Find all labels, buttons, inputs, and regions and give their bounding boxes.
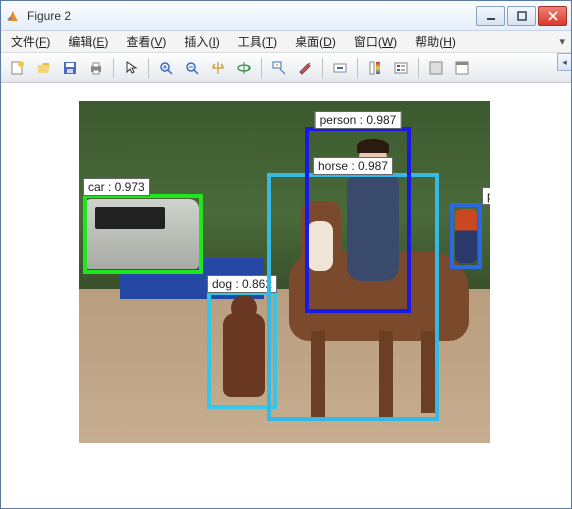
toolbar-separator xyxy=(148,58,149,78)
link-axes-icon[interactable] xyxy=(329,57,351,79)
zoom-out-icon[interactable] xyxy=(181,57,203,79)
detection-bbox-car: car : 0.973 xyxy=(83,194,203,274)
matlab-icon xyxy=(5,8,21,24)
menubar: 文件(F) 编辑(E) 查看(V) 插入(I) 工具(T) 桌面(D) 窗口(W… xyxy=(1,31,571,53)
save-icon[interactable] xyxy=(59,57,81,79)
minimize-button[interactable] xyxy=(476,6,505,26)
window-controls xyxy=(476,6,567,26)
detection-bbox-person: person : 0.987 xyxy=(305,127,411,313)
new-figure-icon[interactable] xyxy=(7,57,29,79)
toolbar-separator xyxy=(113,58,114,78)
toolbar-separator xyxy=(357,58,358,78)
pan-icon[interactable] xyxy=(207,57,229,79)
menu-desktop[interactable]: 桌面(D) xyxy=(291,31,340,52)
menu-help[interactable]: 帮助(H) xyxy=(411,31,460,52)
detection-bbox-person: person : 0.978 xyxy=(450,203,482,269)
toolbar-separator xyxy=(261,58,262,78)
dock-toggle-icon[interactable]: ◂ xyxy=(557,53,571,71)
toolbar xyxy=(1,53,571,83)
figure-canvas: car : 0.973dog : 0.862horse : 0.987perso… xyxy=(1,83,571,508)
titlebar: Figure 2 xyxy=(1,1,571,31)
toolbar-separator xyxy=(322,58,323,78)
hide-tools-icon[interactable] xyxy=(425,57,447,79)
show-tools-icon[interactable] xyxy=(451,57,473,79)
maximize-button[interactable] xyxy=(507,6,536,26)
close-button[interactable] xyxy=(538,6,567,26)
menu-insert[interactable]: 插入(I) xyxy=(180,31,223,52)
photo-content: car : 0.973dog : 0.862horse : 0.987perso… xyxy=(79,101,490,443)
zoom-in-icon[interactable] xyxy=(155,57,177,79)
menu-file[interactable]: 文件(F) xyxy=(7,31,54,52)
detection-label: car : 0.973 xyxy=(83,178,150,196)
window-title: Figure 2 xyxy=(27,9,476,23)
menu-edit[interactable]: 编辑(E) xyxy=(64,31,112,52)
menu-tools[interactable]: 工具(T) xyxy=(234,31,281,52)
detection-label: person : 0.978 xyxy=(482,187,490,205)
brush-icon[interactable] xyxy=(294,57,316,79)
figure-window: Figure 2 文件(F) 编辑(E) 查看(V) 插入(I) 工具(T) 桌… xyxy=(0,0,572,509)
data-cursor-icon[interactable] xyxy=(268,57,290,79)
toolbar-separator xyxy=(418,58,419,78)
menu-view[interactable]: 查看(V) xyxy=(122,31,170,52)
pointer-icon[interactable] xyxy=(120,57,142,79)
open-icon[interactable] xyxy=(33,57,55,79)
menu-window[interactable]: 窗口(W) xyxy=(350,31,401,52)
detection-label: person : 0.987 xyxy=(315,111,402,129)
colorbar-icon[interactable] xyxy=(364,57,386,79)
print-icon[interactable] xyxy=(85,57,107,79)
legend-icon[interactable] xyxy=(390,57,412,79)
menubar-overflow-icon[interactable]: ▾ xyxy=(559,35,565,48)
rotate3d-icon[interactable] xyxy=(233,57,255,79)
axes-image: car : 0.973dog : 0.862horse : 0.987perso… xyxy=(79,101,490,443)
